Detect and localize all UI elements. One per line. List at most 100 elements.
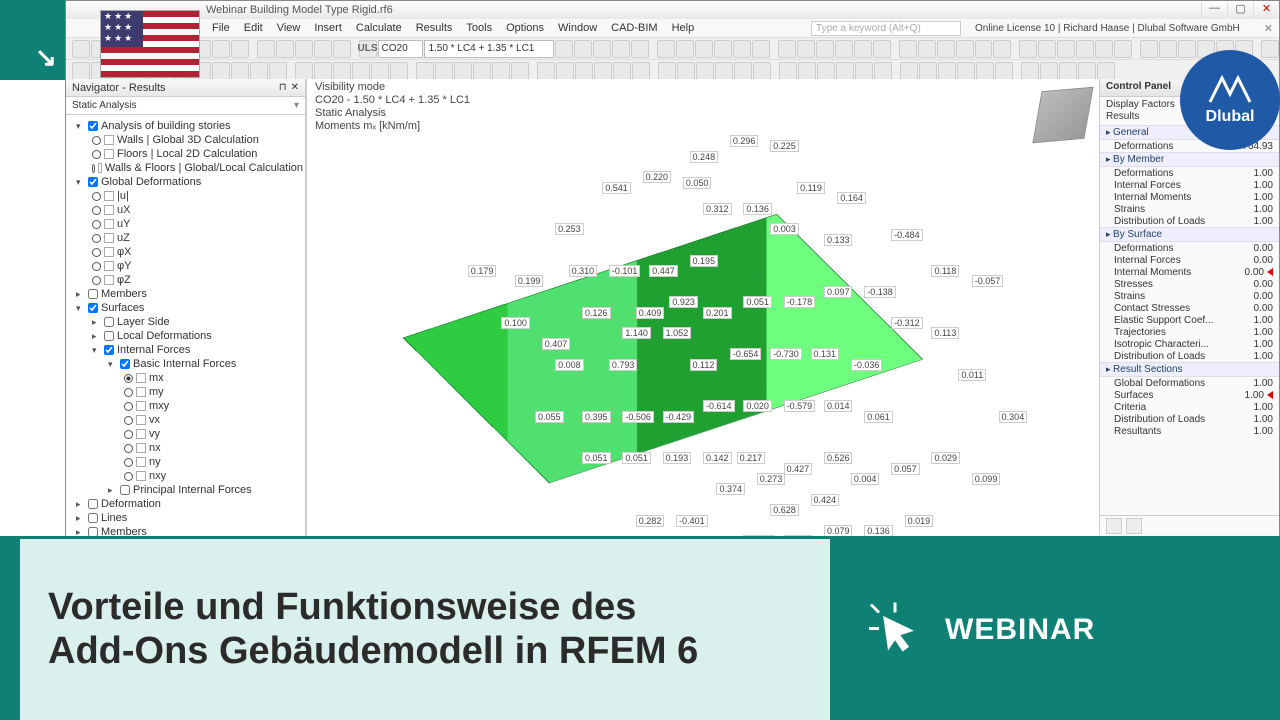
minimize-button[interactable]: —: [1201, 2, 1227, 18]
cp-row[interactable]: Distribution of Loads1.00: [1100, 215, 1279, 227]
tree-node[interactable]: |u|: [68, 189, 303, 203]
toolbar-icon[interactable]: [657, 40, 675, 58]
toolbar-icon[interactable]: [435, 62, 453, 80]
license-close-icon[interactable]: ✕: [1258, 21, 1279, 36]
menu-window[interactable]: Window: [552, 21, 603, 35]
cp-row[interactable]: Isotropic Characteri...1.00: [1100, 338, 1279, 350]
toolbar-icon[interactable]: [899, 40, 917, 58]
toolbar-icon[interactable]: [295, 62, 313, 80]
cp-section-header[interactable]: By Member: [1100, 152, 1279, 167]
tree-node[interactable]: Walls & Floors | Global/Local Calculatio…: [68, 161, 303, 175]
toolbar-icon[interactable]: [1178, 40, 1196, 58]
toolbar-icon[interactable]: [72, 40, 90, 58]
tree-node[interactable]: nxy: [68, 469, 303, 483]
menu-view[interactable]: View: [271, 21, 307, 35]
cp-row[interactable]: Trajectories1.00: [1100, 326, 1279, 338]
toolbar-icon[interactable]: [1038, 40, 1056, 58]
toolbar-icon[interactable]: [1095, 40, 1113, 58]
toolbar-icon[interactable]: [231, 62, 249, 80]
toolbar-icon[interactable]: [333, 62, 351, 80]
cp-row[interactable]: Distribution of Loads1.00: [1100, 350, 1279, 362]
pin-icon[interactable]: ⊓: [279, 82, 287, 93]
menu-edit[interactable]: Edit: [238, 21, 269, 35]
toolbar-icon[interactable]: [555, 40, 573, 58]
cp-row[interactable]: Internal Moments0.00: [1100, 266, 1279, 278]
toolbar-icon[interactable]: [575, 62, 593, 80]
toolbar-icon[interactable]: [1140, 40, 1158, 58]
toolbar-icon[interactable]: [1097, 62, 1115, 80]
toolbar-icon[interactable]: [975, 40, 993, 58]
menu-tools[interactable]: Tools: [460, 21, 498, 35]
toolbar-icon[interactable]: [778, 40, 796, 58]
toolbar-icon[interactable]: [1159, 40, 1177, 58]
tree-node[interactable]: mxy: [68, 399, 303, 413]
toolbar-icon[interactable]: [836, 62, 854, 80]
menu-insert[interactable]: Insert: [308, 21, 348, 35]
uls-badge[interactable]: ULS: [359, 40, 377, 58]
toolbar-icon[interactable]: [873, 40, 891, 58]
tree-node[interactable]: vx: [68, 413, 303, 427]
toolbar-icon[interactable]: [390, 62, 408, 80]
toolbar-icon[interactable]: [593, 40, 611, 58]
toolbar-icon[interactable]: [658, 62, 676, 80]
tree-node[interactable]: ny: [68, 455, 303, 469]
tree-node[interactable]: ▾Internal Forces: [68, 343, 303, 357]
toolbar-icon[interactable]: [752, 40, 770, 58]
search-input[interactable]: Type a keyword (Alt+Q): [811, 21, 961, 36]
cp-row[interactable]: Distribution of Loads1.00: [1100, 413, 1279, 425]
tree-node[interactable]: φZ: [68, 273, 303, 287]
toolbar-icon[interactable]: [1019, 40, 1037, 58]
toolbar-icon[interactable]: [1021, 62, 1039, 80]
toolbar-icon[interactable]: [473, 62, 491, 80]
toolbar-icon[interactable]: [257, 40, 275, 58]
maximize-button[interactable]: ▢: [1227, 2, 1253, 18]
tree-node[interactable]: vy: [68, 427, 303, 441]
tree-node[interactable]: Walls | Global 3D Calculation: [68, 133, 303, 147]
toolbar-icon[interactable]: [1059, 62, 1077, 80]
toolbar-icon[interactable]: [333, 40, 351, 58]
tree-node[interactable]: Floors | Local 2D Calculation: [68, 147, 303, 161]
tree-node[interactable]: my: [68, 385, 303, 399]
toolbar-icon[interactable]: [594, 62, 612, 80]
cp-row[interactable]: Internal Forces0.00: [1100, 254, 1279, 266]
toolbar-icon[interactable]: [677, 62, 695, 80]
toolbar-icon[interactable]: [937, 40, 955, 58]
toolbar-icon[interactable]: [753, 62, 771, 80]
cp-row[interactable]: Strains1.00: [1100, 203, 1279, 215]
cp-row[interactable]: Stresses0.00: [1100, 278, 1279, 290]
cp-row[interactable]: Contact Stresses0.00: [1100, 302, 1279, 314]
tree-node[interactable]: ▸Layer Side: [68, 315, 303, 329]
toolbar-icon[interactable]: [900, 62, 918, 80]
menu-options[interactable]: Options: [500, 21, 550, 35]
toolbar-icon[interactable]: [1040, 62, 1058, 80]
toolbar-icon[interactable]: [492, 62, 510, 80]
toolbar-icon[interactable]: [511, 62, 529, 80]
toolbar-icon[interactable]: [676, 40, 694, 58]
toolbar-icon[interactable]: [919, 62, 937, 80]
cp-section-header[interactable]: By Surface: [1100, 227, 1279, 242]
tree-node[interactable]: mx: [68, 371, 303, 385]
cp-row[interactable]: Internal Forces1.00: [1100, 179, 1279, 191]
toolbar-icon[interactable]: [797, 40, 815, 58]
toolbar-icon[interactable]: [556, 62, 574, 80]
toolbar-icon[interactable]: [613, 62, 631, 80]
close-button[interactable]: ✕: [1253, 2, 1279, 18]
toolbar-icon[interactable]: [798, 62, 816, 80]
toolbar-icon[interactable]: [72, 62, 90, 80]
toolbar-icon[interactable]: [454, 62, 472, 80]
toolbar-icon[interactable]: [1078, 62, 1096, 80]
toolbar-icon[interactable]: [779, 62, 797, 80]
toolbar-icon[interactable]: [632, 62, 650, 80]
toolbar-icon[interactable]: [537, 62, 555, 80]
toolbar-icon[interactable]: [250, 62, 268, 80]
tree-node[interactable]: ▾Basic Internal Forces: [68, 357, 303, 371]
toolbar-icon[interactable]: [696, 62, 714, 80]
toolbar-icon[interactable]: [276, 40, 294, 58]
tree-node[interactable]: ▸Deformation: [68, 497, 303, 511]
toolbar-icon[interactable]: [1076, 40, 1094, 58]
tree-node[interactable]: uZ: [68, 231, 303, 245]
tree-node[interactable]: ▾Analysis of building stories: [68, 119, 303, 133]
tree-node[interactable]: uX: [68, 203, 303, 217]
cp-row[interactable]: Elastic Support Coef...1.00: [1100, 314, 1279, 326]
toolbar-icon[interactable]: [371, 62, 389, 80]
